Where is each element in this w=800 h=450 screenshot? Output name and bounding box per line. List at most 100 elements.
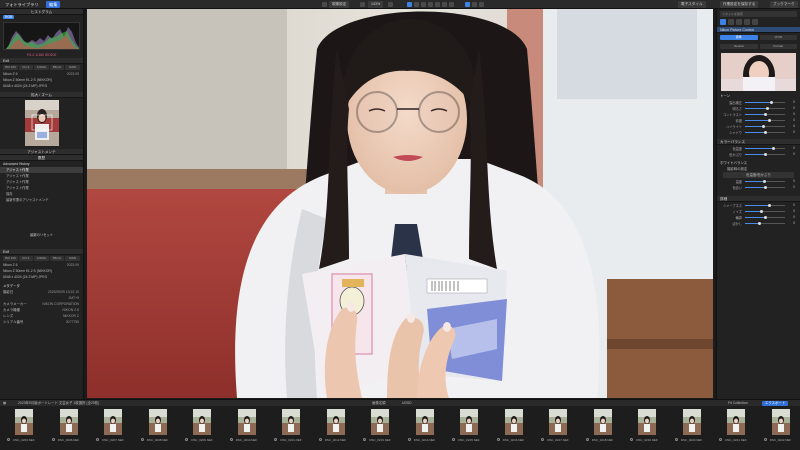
slider-knob[interactable]: [765, 107, 769, 110]
slider-track: [745, 113, 785, 116]
filmstrip-thumbnail[interactable]: DSC_0222.NEF: [761, 408, 800, 448]
histogram-graph: [5, 27, 79, 49]
filmstrip-thumbnail[interactable]: DSC_0207.NEF: [93, 408, 133, 448]
meta-row: シリアル番号 3077755: [0, 319, 83, 325]
mask-icon[interactable]: [449, 2, 454, 7]
main-photo-viewer[interactable]: [87, 9, 713, 398]
slider-knob[interactable]: [759, 210, 763, 213]
zoom-in-icon[interactable]: [388, 2, 393, 7]
slider-knob[interactable]: [762, 180, 766, 183]
layout-icon[interactable]: [472, 2, 477, 7]
style-button[interactable]: 電子スタイル: [678, 1, 706, 8]
slider-fill: [745, 187, 766, 188]
slider-track: [745, 107, 785, 110]
slider-knob[interactable]: [761, 125, 765, 128]
navigator-section-title[interactable]: 拡大 / ズーム: [0, 92, 83, 98]
slider-value: 0: [793, 146, 795, 150]
slider-fill: [745, 126, 763, 127]
develop-settings-button[interactable]: 現像設定: [329, 1, 350, 8]
filmstrip-thumbnail[interactable]: DSC_0211.NEF: [271, 408, 311, 448]
slider-knob[interactable]: [757, 222, 761, 225]
preset-tab-portrait[interactable]: Portrait: [759, 44, 797, 49]
grid-view-icon[interactable]: [322, 2, 327, 7]
thumbnail-image: [460, 409, 478, 435]
slider-wb-tint[interactable]: 色合い 0: [717, 184, 800, 190]
navigator-thumbnail[interactable]: [24, 100, 59, 146]
slider-shadows[interactable]: シャドウ 0: [717, 129, 800, 135]
preset-preview-image: [721, 53, 796, 91]
filmstrip-thumbnail[interactable]: DSC_0216.NEF: [494, 408, 534, 448]
style-search-input[interactable]: スタイルを検索: [720, 11, 797, 17]
exif2-format: RAW: [65, 256, 80, 261]
thumbnail-filename: DSC_0222.NEF: [769, 438, 792, 442]
thumbnail-filename: DSC_0207.NEF: [102, 438, 124, 442]
filmstrip-thumbnail[interactable]: DSC_0219.NEF: [627, 408, 667, 448]
slider-knob[interactable]: [763, 131, 767, 134]
slider-tint[interactable]: 色かぶり 0: [717, 151, 800, 157]
fullscreen-icon[interactable]: [479, 2, 484, 7]
filmstrip-thumbnail[interactable]: DSC_0220.NEF: [672, 408, 712, 448]
reset-history-button[interactable]: 最新のリセット: [27, 232, 57, 238]
history-subsection[interactable]: Advanced History: [0, 161, 83, 167]
filmstrip-thumbnail[interactable]: DSC_0208.NEF: [138, 408, 178, 448]
slider-knob[interactable]: [764, 186, 768, 189]
slider-knob[interactable]: [771, 147, 775, 150]
slider-knob[interactable]: [763, 216, 767, 219]
filmstrip-thumbnail[interactable]: DSC_0206.NEF: [49, 408, 89, 448]
slider-knob[interactable]: [767, 119, 771, 122]
filmstrip-thumbnail[interactable]: DSC_0209.NEF: [182, 408, 222, 448]
filmstrip-thumbnail[interactable]: DSC_0218.NEF: [583, 408, 623, 448]
slider-blur[interactable]: ぼかし 0: [717, 220, 800, 226]
exif2-shutter: 1/200s: [34, 256, 49, 261]
filmstrip-thumbnail[interactable]: DSC_0213.NEF: [360, 408, 400, 448]
crop-icon[interactable]: [414, 2, 419, 7]
slider-knob[interactable]: [767, 204, 771, 207]
thumbnail-filename: DSC_0220.NEF: [680, 438, 703, 442]
rotate-icon[interactable]: [421, 2, 426, 7]
preset-tab-vivid[interactable]: VIVID: [759, 35, 797, 40]
thumbnail-image: [682, 409, 701, 435]
histogram-mode[interactable]: RGB: [3, 15, 15, 19]
preset-tab-neutral[interactable]: Neutral: [720, 44, 758, 49]
filmstrip-thumbnail[interactable]: DSC_0217.NEF: [538, 408, 578, 448]
compare-icon[interactable]: [407, 2, 412, 7]
filmstrip-thumbnail[interactable]: DSC_0214.NEF: [405, 408, 445, 448]
slider-knob[interactable]: [763, 113, 767, 116]
slider-value: 0: [793, 112, 795, 116]
filmstrip-thumbnail[interactable]: DSC_0210.NEF: [227, 408, 267, 448]
zoom-out-icon[interactable]: [360, 2, 365, 7]
tab-photo-library[interactable]: フォトライブラリ: [2, 1, 42, 8]
thumbnail-filename: DSC_0218.NEF: [591, 438, 614, 442]
zoom-level[interactable]: 143%: [368, 1, 384, 8]
mask-tool-icon[interactable]: [736, 19, 742, 25]
filmstrip-thumbnail[interactable]: DSC_0212.NEF: [316, 408, 356, 448]
info-icon[interactable]: [465, 2, 470, 7]
filmstrip-thumbnail[interactable]: DSC_0203.NEF: [4, 408, 44, 448]
slider-fill: [745, 102, 771, 103]
save-settings-button[interactable]: 作業設定を保存する: [720, 1, 759, 8]
retouch-icon[interactable]: [428, 2, 433, 7]
thumbnail-filename: DSC_0209.NEF: [191, 438, 213, 442]
preset-tab-standard[interactable]: 標準: [720, 35, 758, 40]
slider-value: 0: [793, 100, 795, 104]
red-eye-icon[interactable]: [442, 2, 447, 7]
slider-label: 色かぶり: [729, 153, 742, 157]
level-icon[interactable]: [435, 2, 440, 7]
slider-knob[interactable]: [763, 153, 767, 156]
thumbnail-image: [282, 409, 300, 435]
tab-edit[interactable]: 編集: [46, 1, 61, 8]
layers-icon[interactable]: [728, 19, 734, 25]
bookmark-button[interactable]: ブックマーク: [770, 1, 798, 8]
preset-view-icon[interactable]: [720, 19, 726, 25]
slider-value: 0: [793, 152, 795, 156]
gradient-tool-icon[interactable]: [752, 19, 758, 25]
brush-tool-icon[interactable]: [744, 19, 750, 25]
slider-knob[interactable]: [769, 101, 773, 104]
thumbnail-image: [593, 409, 612, 435]
filmstrip-thumbnail[interactable]: DSC_0215.NEF: [449, 408, 489, 448]
filmstrip-thumbnail[interactable]: DSC_0221.NEF: [716, 408, 756, 448]
exif2-camera-label: Nikon Z 6: [3, 263, 18, 267]
exif-iso: ISO 100: [3, 65, 18, 70]
thumbnail-filename: DSC_0212.NEF: [324, 438, 347, 442]
slider-track: [745, 180, 785, 183]
